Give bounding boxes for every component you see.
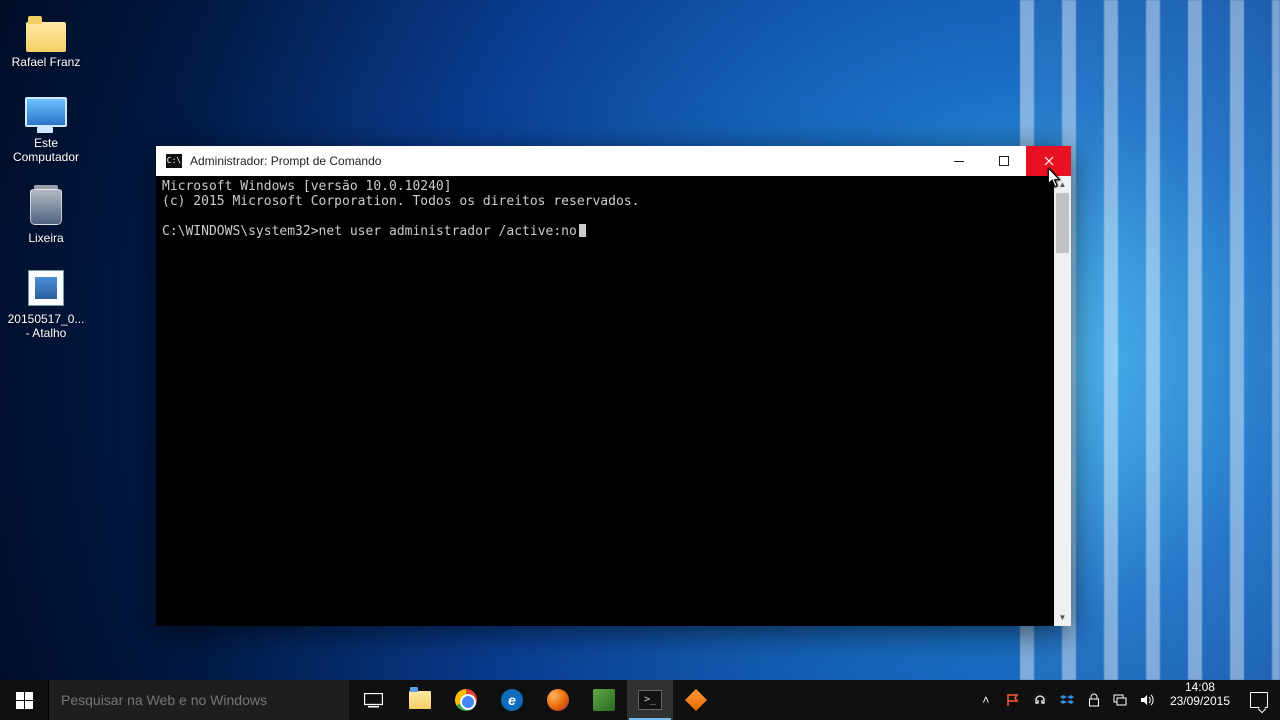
taskbar-search[interactable] [48, 680, 349, 720]
folder-icon [25, 10, 67, 52]
window-titlebar[interactable]: C:\ Administrador: Prompt de Comando [156, 146, 1071, 176]
firefox-icon [547, 689, 569, 711]
cmd-icon: C:\ [166, 154, 182, 168]
command-prompt-window[interactable]: C:\ Administrador: Prompt de Comando Mic… [156, 146, 1071, 626]
taskbar-app-cmd[interactable]: >_ [627, 680, 673, 720]
start-button[interactable] [0, 680, 48, 720]
close-button[interactable] [1026, 146, 1071, 176]
desktop-icon-recycle-bin[interactable]: Lixeira [6, 186, 86, 245]
terminal-cursor [579, 224, 586, 237]
desktop-icon-label: 20150517_0... - Atalho [6, 312, 86, 340]
scroll-up-button[interactable]: ▲ [1054, 176, 1071, 193]
tray-overflow-button[interactable]: ˄ [978, 692, 994, 708]
desktop-icons: Rafael Franz Este Computador Lixeira 201… [6, 10, 96, 362]
terminal-prompt: C:\WINDOWS\system32> [162, 224, 319, 239]
maximize-button[interactable] [981, 146, 1026, 176]
clock-time: 14:08 [1170, 680, 1230, 694]
reader-icon [593, 689, 615, 711]
minimize-button[interactable] [936, 146, 981, 176]
taskbar-clock[interactable]: 14:08 23/09/2015 [1162, 680, 1238, 720]
tray-network-icon[interactable] [1113, 692, 1129, 708]
taskbar-spacer [719, 680, 972, 720]
window-title: Administrador: Prompt de Comando [190, 154, 936, 168]
scroll-down-button[interactable]: ▼ [1054, 609, 1071, 626]
desktop-icon-user-folder[interactable]: Rafael Franz [6, 10, 86, 69]
terminal-line: Microsoft Windows [versão 10.0.10240] [162, 179, 452, 194]
edge-icon: e [501, 689, 523, 711]
desktop-icon-label: Este Computador [6, 136, 86, 164]
task-view-icon [364, 693, 383, 708]
taskbar-app-reader[interactable] [581, 680, 627, 720]
tray-dropbox-icon[interactable] [1059, 692, 1075, 708]
taskbar-app-firefox[interactable] [535, 680, 581, 720]
terminal-command: net user administrador /active:no [319, 224, 577, 239]
tray-security-icon[interactable] [1086, 692, 1102, 708]
cmd-icon: >_ [638, 690, 662, 710]
computer-icon [25, 91, 67, 133]
tray-action-center-flag-icon[interactable] [1005, 692, 1021, 708]
recycle-bin-icon [25, 186, 67, 228]
desktop-icon-image-shortcut[interactable]: 20150517_0... - Atalho [6, 267, 86, 340]
desktop-icon-label: Lixeira [6, 231, 86, 245]
task-view-button[interactable] [349, 680, 397, 720]
taskbar: e >_ ˄ 14:08 23/09/2015 [0, 680, 1280, 720]
scrollbar-thumb[interactable] [1056, 193, 1069, 253]
chrome-icon [455, 689, 477, 711]
notification-icon [1250, 692, 1268, 708]
image-file-icon [25, 267, 67, 309]
file-explorer-icon [409, 691, 431, 709]
taskbar-app-chrome[interactable] [443, 680, 489, 720]
controller-icon [685, 689, 707, 711]
taskbar-app-explorer[interactable] [397, 680, 443, 720]
terminal-output[interactable]: Microsoft Windows [versão 10.0.10240] (c… [156, 176, 1054, 626]
desktop-icon-label: Rafael Franz [6, 55, 86, 69]
search-input[interactable] [49, 691, 349, 709]
system-tray: ˄ [972, 680, 1162, 720]
tray-audio-device-icon[interactable] [1032, 692, 1048, 708]
tray-volume-icon[interactable] [1140, 692, 1156, 708]
clock-date: 23/09/2015 [1170, 694, 1230, 708]
taskbar-app-edge[interactable]: e [489, 680, 535, 720]
taskbar-app-games[interactable] [673, 680, 719, 720]
notification-center-button[interactable] [1238, 680, 1280, 720]
terminal-line: (c) 2015 Microsoft Corporation. Todos os… [162, 194, 639, 209]
desktop-icon-this-pc[interactable]: Este Computador [6, 91, 86, 164]
vertical-scrollbar[interactable]: ▲ ▼ [1054, 176, 1071, 626]
windows-logo-icon [16, 692, 33, 709]
